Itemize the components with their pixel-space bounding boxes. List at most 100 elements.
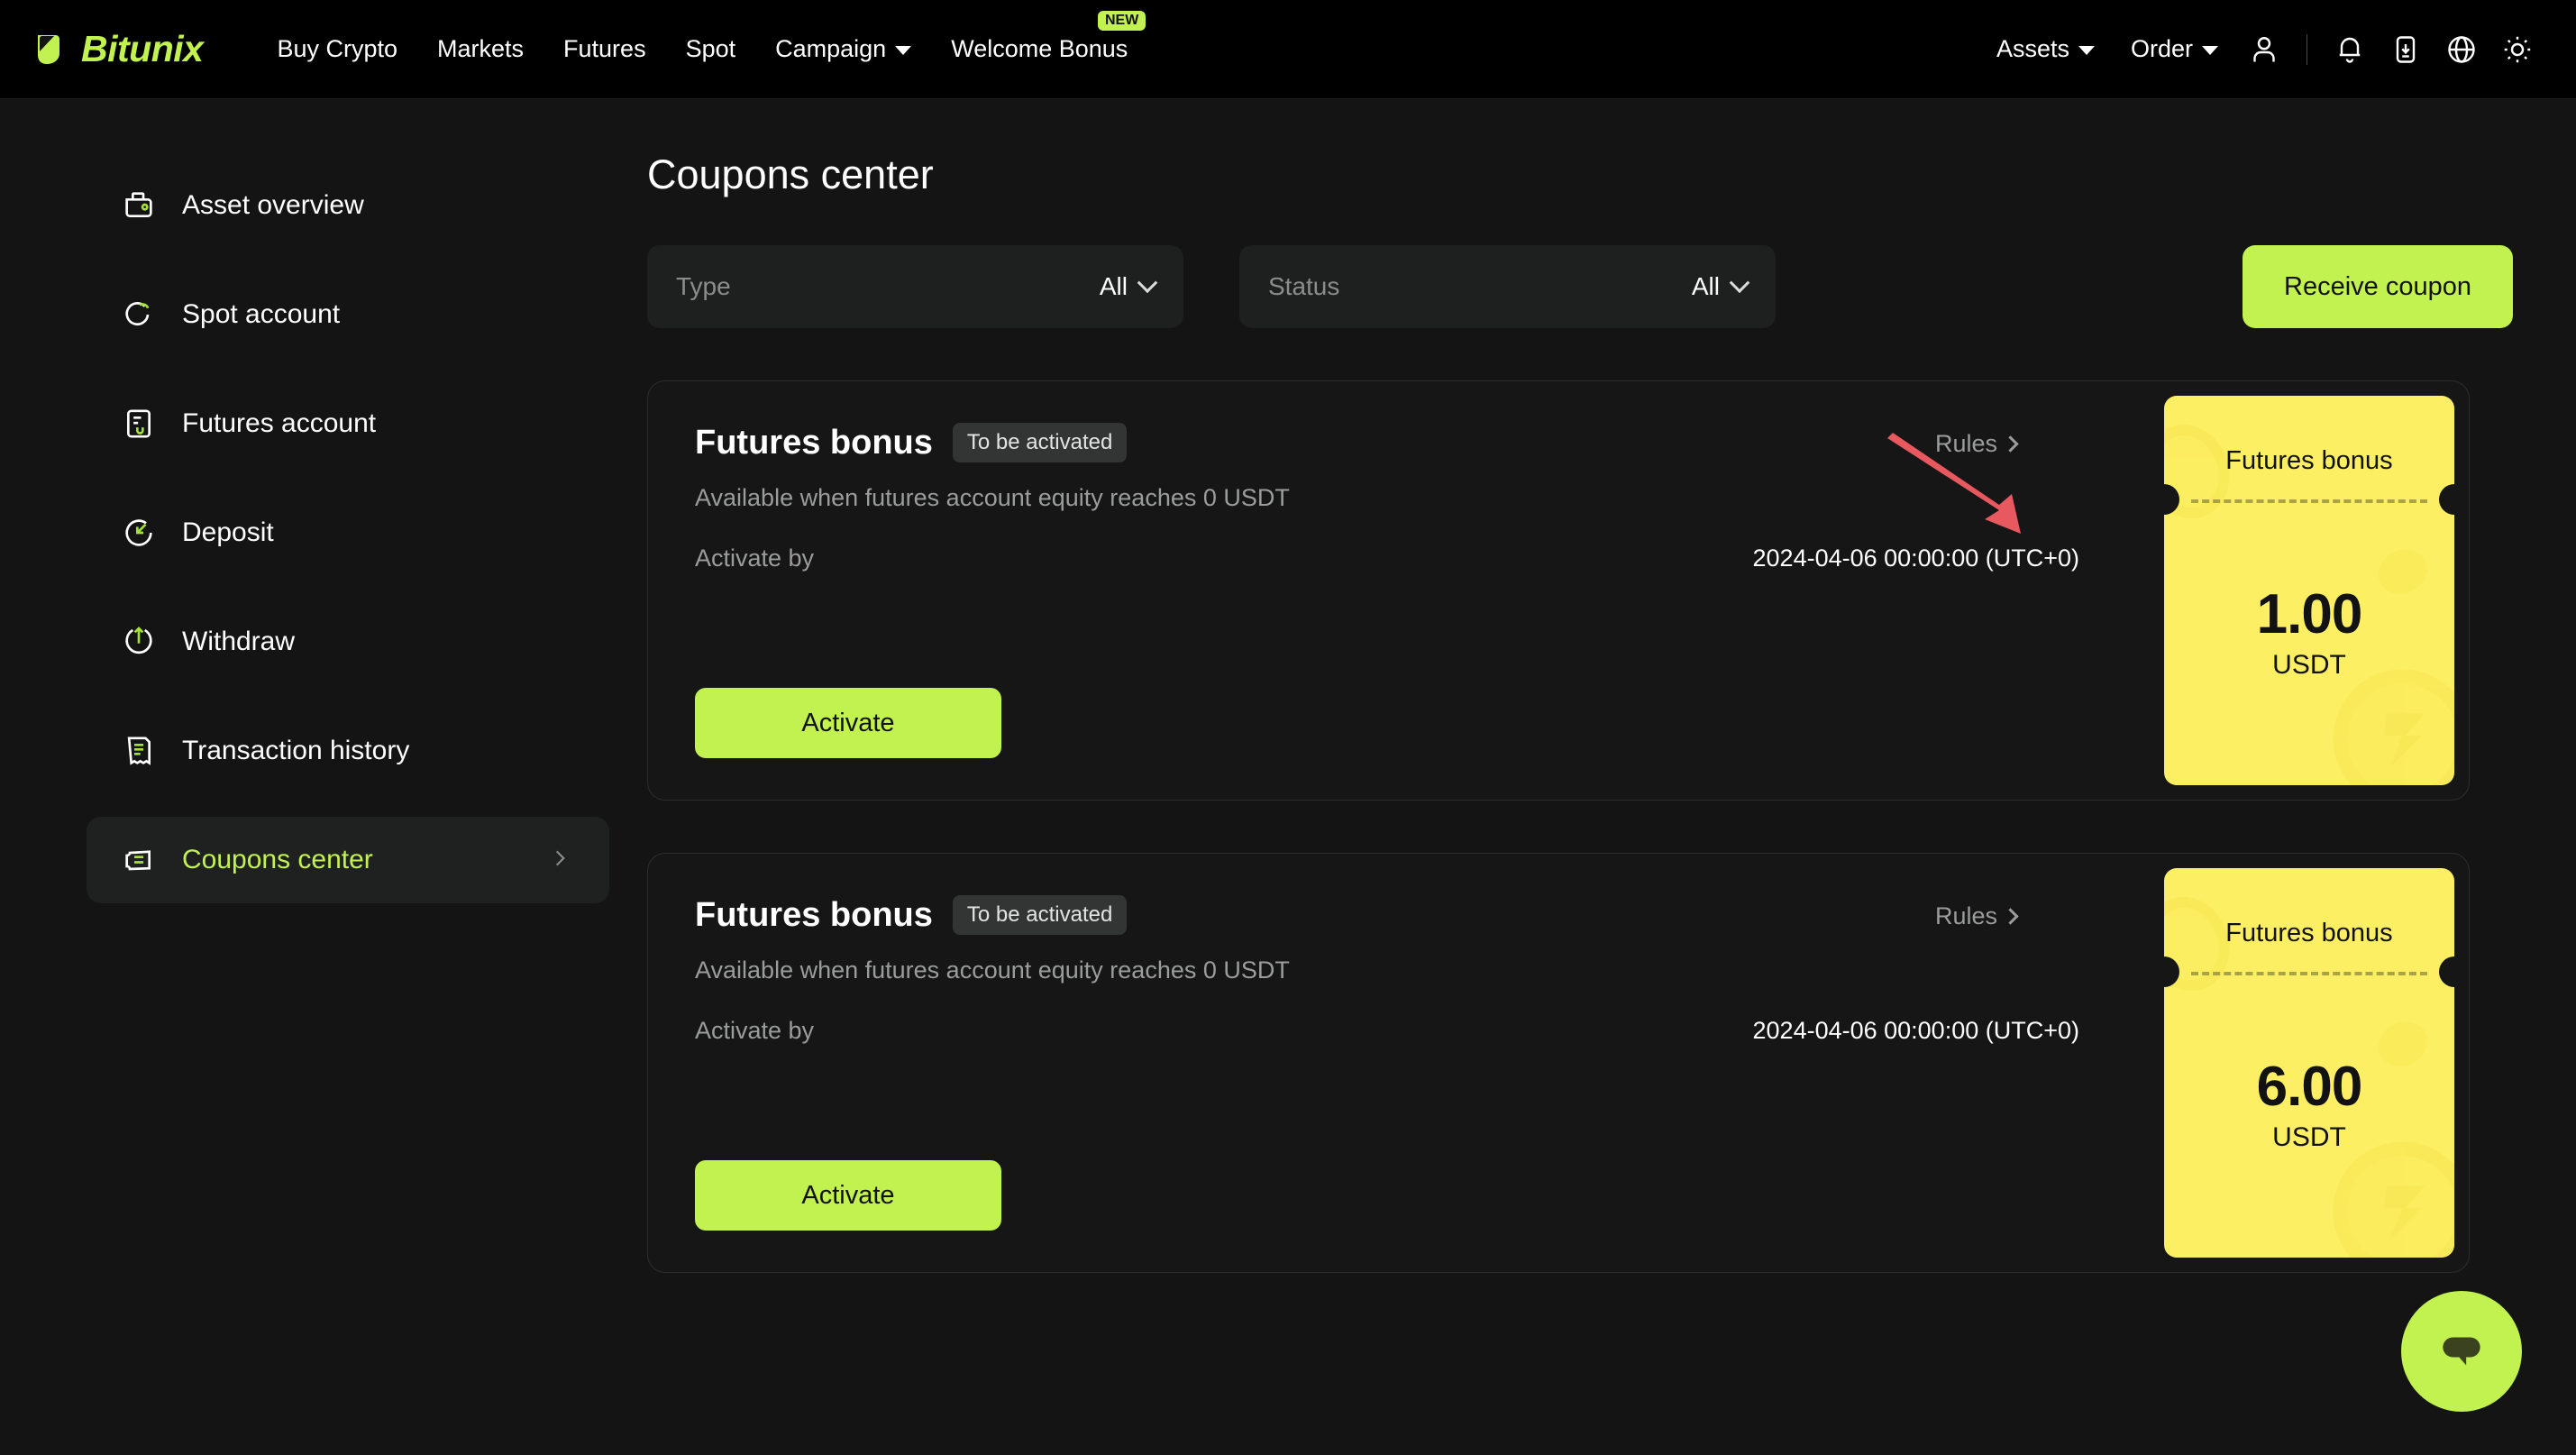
rules-link[interactable]: Rules bbox=[1935, 430, 2016, 458]
globe-icon[interactable] bbox=[2434, 22, 2489, 78]
sidebar-item-label: Transaction history bbox=[182, 736, 409, 766]
activate-by-label: Activate by bbox=[695, 544, 814, 572]
chat-support-button[interactable] bbox=[2401, 1291, 2522, 1412]
ticket-amount: 1.00 bbox=[2164, 582, 2454, 646]
nav-label: Welcome Bonus bbox=[951, 35, 1128, 63]
ticket-amount: 6.00 bbox=[2164, 1055, 2454, 1119]
ticket-notch-right bbox=[2439, 956, 2454, 987]
nav-item-spot[interactable]: Spot bbox=[666, 0, 756, 99]
sidebar-item-spot-account[interactable]: Spot account bbox=[87, 271, 609, 358]
type-filter-value: All bbox=[1100, 272, 1155, 301]
nav-label: Spot bbox=[686, 35, 736, 63]
type-filter-select[interactable]: Type All bbox=[647, 245, 1183, 328]
nav-item-futures[interactable]: Futures bbox=[544, 0, 666, 99]
coupon-header: Futures bonus To be activated Rules bbox=[695, 895, 2422, 935]
nav-label: Markets bbox=[437, 35, 524, 63]
sidebar-item-transaction-history[interactable]: Transaction history bbox=[87, 708, 609, 794]
user-icon[interactable] bbox=[2236, 22, 2292, 78]
chat-bubble-icon bbox=[2434, 1323, 2489, 1379]
chevron-right-icon bbox=[2002, 435, 2018, 452]
brand-name: Bitunix bbox=[81, 28, 203, 70]
status-badge: To be activated bbox=[953, 423, 1127, 462]
bell-icon[interactable] bbox=[2322, 22, 2378, 78]
page-title: Coupons center bbox=[647, 151, 2513, 198]
download-app-icon[interactable] bbox=[2378, 22, 2434, 78]
sidebar-item-label: Futures account bbox=[182, 408, 376, 439]
rules-link-label: Rules bbox=[1935, 430, 1997, 458]
chevron-down-icon bbox=[1137, 272, 1158, 293]
coupon-ticket: Futures bonus 6.00 USDT bbox=[2164, 868, 2454, 1258]
sidebar-item-label: Asset overview bbox=[182, 190, 364, 221]
status-badge: To be activated bbox=[953, 895, 1127, 935]
chevron-down-icon bbox=[895, 46, 911, 55]
nav-label: Futures bbox=[563, 35, 646, 63]
new-badge: NEW bbox=[1098, 11, 1146, 31]
chevron-down-icon bbox=[2078, 46, 2095, 55]
nav-item-markets[interactable]: Markets bbox=[417, 0, 544, 99]
nav-label: Order bbox=[2131, 35, 2193, 63]
sidebar-item-label: Coupons center bbox=[182, 845, 373, 875]
coupon-card: Futures bonus To be activated Rules Avai… bbox=[647, 380, 2470, 801]
futures-doc-icon bbox=[121, 406, 157, 442]
sidebar-nav: Asset overview Spot account Futures acco… bbox=[87, 162, 609, 926]
coupon-card: Futures bonus To be activated Rules Avai… bbox=[647, 853, 2470, 1273]
coupon-description: Available when futures account equity re… bbox=[695, 956, 2422, 984]
sidebar-item-coupons-center[interactable]: Coupons center bbox=[87, 817, 609, 903]
sidebar-item-futures-account[interactable]: Futures account bbox=[87, 380, 609, 467]
nav-item-campaign[interactable]: Campaign bbox=[755, 0, 931, 99]
receive-coupon-button[interactable]: Receive coupon bbox=[2243, 245, 2513, 328]
type-filter-label: Type bbox=[676, 272, 731, 301]
chevron-right-icon bbox=[548, 846, 571, 874]
bitunix-leaf-logo-icon bbox=[32, 30, 72, 69]
nav-label: Campaign bbox=[775, 35, 886, 63]
chevron-down-icon bbox=[1730, 272, 1750, 293]
activate-button[interactable]: Activate bbox=[695, 1160, 1001, 1231]
status-filter-label: Status bbox=[1268, 272, 1339, 301]
nav-item-assets[interactable]: Assets bbox=[1978, 0, 2113, 99]
top-navigation-bar: Bitunix Buy Crypto Markets Futures Spot … bbox=[0, 0, 2576, 99]
ticket-perforation bbox=[2191, 972, 2427, 975]
coupon-description: Available when futures account equity re… bbox=[695, 484, 2422, 512]
deposit-arrow-icon bbox=[121, 515, 157, 551]
nav-label: Assets bbox=[1996, 35, 2069, 63]
activate-button[interactable]: Activate bbox=[695, 688, 1001, 758]
chevron-down-icon bbox=[2202, 46, 2218, 55]
ticket-currency: USDT bbox=[2164, 1122, 2454, 1153]
sidebar-item-asset-overview[interactable]: Asset overview bbox=[87, 162, 609, 249]
sidebar-item-label: Spot account bbox=[182, 299, 340, 330]
rules-link-label: Rules bbox=[1935, 902, 1997, 930]
coupon-activate-row: Activate by 2024-04-06 00:00:00 (UTC+0) bbox=[695, 1017, 2422, 1045]
ticket-perforation bbox=[2191, 499, 2427, 503]
filter-bar: Type All Status All Receive coupon bbox=[647, 245, 2513, 328]
chevron-right-icon bbox=[2002, 908, 2018, 924]
spot-circle-icon bbox=[121, 297, 157, 333]
sidebar-item-withdraw[interactable]: Withdraw bbox=[87, 599, 609, 685]
status-filter-value-text: All bbox=[1692, 272, 1720, 301]
page-body: Asset overview Spot account Futures acco… bbox=[0, 99, 2576, 1455]
rules-link[interactable]: Rules bbox=[1935, 902, 2016, 930]
coupon-header: Futures bonus To be activated Rules bbox=[695, 423, 2422, 462]
withdraw-arrow-icon bbox=[121, 624, 157, 660]
coupon-activate-row: Activate by 2024-04-06 00:00:00 (UTC+0) bbox=[695, 544, 2422, 572]
nav-item-buy-crypto[interactable]: Buy Crypto bbox=[257, 0, 417, 99]
brand-logo[interactable]: Bitunix bbox=[32, 28, 203, 70]
theme-sun-icon[interactable] bbox=[2489, 22, 2545, 78]
nav-right-cluster: Assets Order bbox=[1978, 0, 2545, 99]
ticket-title: Futures bonus bbox=[2164, 446, 2454, 476]
main-content: Coupons center Type All Status All Recei… bbox=[647, 99, 2513, 1273]
coupon-icon bbox=[121, 842, 157, 878]
status-filter-value: All bbox=[1692, 272, 1747, 301]
nav-item-welcome-bonus[interactable]: Welcome Bonus NEW bbox=[931, 0, 1147, 99]
activate-by-date: 2024-04-06 00:00:00 (UTC+0) bbox=[1753, 1017, 2079, 1045]
sidebar-item-deposit[interactable]: Deposit bbox=[87, 490, 609, 576]
activate-by-label: Activate by bbox=[695, 1017, 814, 1045]
coupon-ticket: Futures bonus 1.00 USDT bbox=[2164, 396, 2454, 785]
ticket-currency: USDT bbox=[2164, 650, 2454, 681]
ticket-notch-right bbox=[2439, 484, 2454, 515]
coupon-title-row: Futures bonus To be activated bbox=[695, 423, 1127, 462]
status-filter-select[interactable]: Status All bbox=[1239, 245, 1776, 328]
sidebar-item-label: Withdraw bbox=[182, 627, 295, 657]
primary-nav: Buy Crypto Markets Futures Spot Campaign… bbox=[257, 0, 1147, 99]
nav-item-order[interactable]: Order bbox=[2113, 0, 2236, 99]
ticket-title: Futures bonus bbox=[2164, 919, 2454, 948]
